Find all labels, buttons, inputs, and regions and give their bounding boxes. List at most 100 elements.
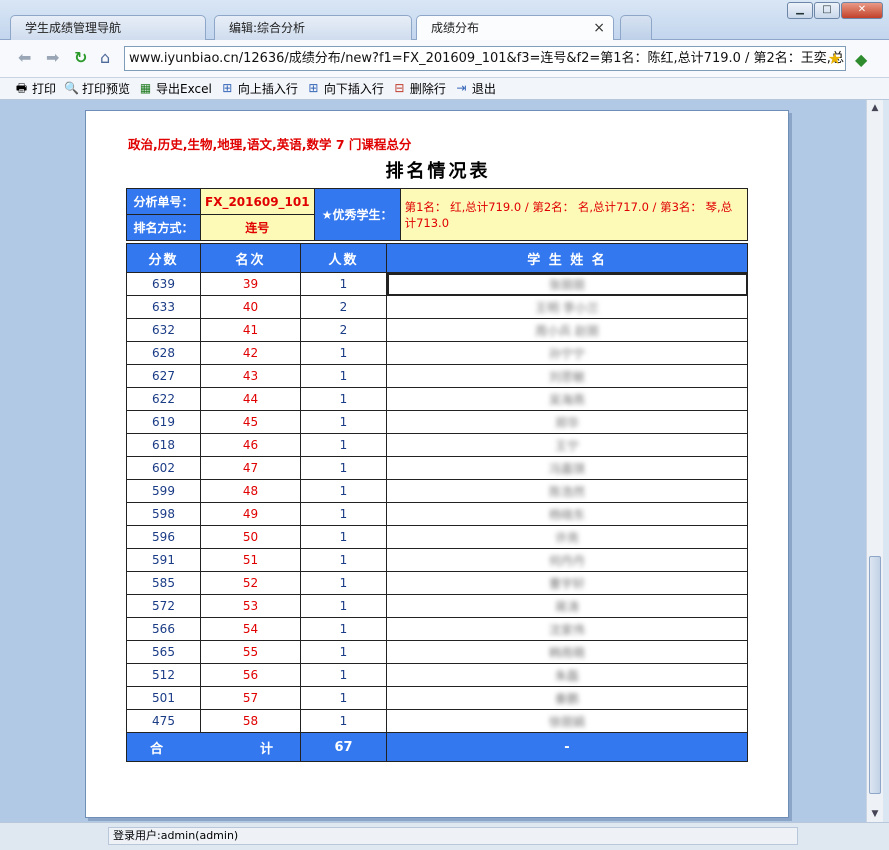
print-preview-label: 打印预览 xyxy=(82,82,131,96)
print-button[interactable]: 🖶 打印 xyxy=(14,80,56,97)
close-window-icon[interactable]: ✕ xyxy=(841,2,883,19)
scrollbar-thumb[interactable] xyxy=(869,556,881,794)
count-cell: 1 xyxy=(300,525,387,549)
count-cell: 2 xyxy=(300,295,387,319)
names-cell[interactable]: 王宁 xyxy=(386,433,748,457)
insert-row-above-button[interactable]: ⊞ 向上插入行 xyxy=(220,80,298,97)
table-row[interactable]: 572 53 1 蒋涛 xyxy=(126,594,748,618)
student-names-text: 曹宇轩 xyxy=(548,576,585,591)
analysis-no-value[interactable]: FX_201609_101 xyxy=(200,188,315,215)
window-controls: ▁ □ ✕ xyxy=(787,2,883,19)
insert-row-above-label: 向上插入行 xyxy=(237,82,298,96)
table-row[interactable]: 622 44 1 吴海燕 xyxy=(126,387,748,411)
home-icon[interactable]: ⌂ xyxy=(100,49,110,67)
table-row[interactable]: 633 40 2 王明 李小兰 xyxy=(126,295,748,319)
new-tab-button[interactable] xyxy=(620,15,652,41)
table-row[interactable]: 512 56 1 朱磊 xyxy=(126,663,748,687)
count-cell: 1 xyxy=(300,410,387,434)
footer-label-right: 计 xyxy=(259,741,273,757)
table-row[interactable]: 618 46 1 王宁 xyxy=(126,433,748,457)
names-cell[interactable]: 吴海燕 xyxy=(386,387,748,411)
vertical-scrollbar[interactable]: ▲ ▼ xyxy=(866,100,883,822)
table-row[interactable]: 598 49 1 杨晓东 xyxy=(126,502,748,526)
maximize-icon[interactable]: □ xyxy=(814,2,840,19)
tab-navigation[interactable]: 学生成绩管理导航 xyxy=(10,15,206,41)
top-students-label: ★优秀学生： xyxy=(313,188,401,241)
names-cell[interactable]: 杨晓东 xyxy=(386,502,748,526)
student-names-text: 韩雨萌 xyxy=(548,645,585,660)
close-tab-icon[interactable]: × xyxy=(593,16,605,40)
tab-edit-analysis[interactable]: 编辑:综合分析 xyxy=(214,15,412,41)
table-header-row: 分数 名次 人数 学 生 姓 名 xyxy=(126,243,748,273)
scroll-up-icon[interactable]: ▲ xyxy=(867,100,883,116)
tab-label: 成绩分布 xyxy=(431,21,480,35)
names-cell[interactable]: 许亮 xyxy=(386,525,748,549)
table-row[interactable]: 566 54 1 沈家伟 xyxy=(126,617,748,641)
names-cell[interactable]: 周小兵 赵丽 xyxy=(386,318,748,342)
forward-arrow-icon[interactable]: ➡ xyxy=(46,49,59,67)
names-cell[interactable]: 何丹丹 xyxy=(386,548,748,572)
minimize-icon[interactable]: ▁ xyxy=(787,2,813,19)
table-row[interactable]: 585 52 1 曹宇轩 xyxy=(126,571,748,595)
address-bar[interactable]: www.iyunbiao.cn/12636/成绩分布/new?f1=FX_201… xyxy=(124,46,846,71)
names-cell[interactable]: 蒋涛 xyxy=(386,594,748,618)
names-cell[interactable]: 陈浩然 xyxy=(386,479,748,503)
count-cell: 1 xyxy=(300,548,387,572)
tab-score-distribution[interactable]: 成绩分布 × xyxy=(416,15,614,42)
table-row[interactable]: 596 50 1 许亮 xyxy=(126,525,748,549)
names-cell[interactable]: 郑华 xyxy=(386,410,748,434)
table-row[interactable]: 591 51 1 何丹丹 xyxy=(126,548,748,572)
names-cell[interactable]: 孙宁宁 xyxy=(386,341,748,365)
names-cell[interactable]: 朱磊 xyxy=(386,663,748,687)
names-cell[interactable]: 徐丽娟 xyxy=(386,709,748,733)
footer-label-cell: 合 计 xyxy=(126,732,301,762)
score-cell: 619 xyxy=(126,410,201,434)
student-names-text: 张丽丽 xyxy=(548,277,585,292)
table-row[interactable]: 501 57 1 秦鹏 xyxy=(126,686,748,710)
table-row[interactable]: 628 42 1 孙宁宁 xyxy=(126,341,748,365)
score-cell: 475 xyxy=(126,709,201,733)
count-cell: 1 xyxy=(300,571,387,595)
footer-label-left: 合 xyxy=(150,741,164,757)
exit-button[interactable]: ⇥ 退出 xyxy=(454,80,496,97)
tab-label: 编辑:综合分析 xyxy=(229,21,306,35)
navigation-bar: ⬅ ➡ ↻ ⌂ www.iyunbiao.cn/12636/成绩分布/new?f… xyxy=(0,40,889,78)
scroll-down-icon[interactable]: ▼ xyxy=(867,806,883,822)
table-row[interactable]: 475 58 1 徐丽娟 xyxy=(126,709,748,733)
names-cell[interactable]: 沈家伟 xyxy=(386,617,748,641)
count-cell: 1 xyxy=(300,640,387,664)
report-viewport: 政治,历史,生物,地理,语文,英语,数学 7 门课程总分 排名情况表 分析单号：… xyxy=(0,100,866,822)
table-row[interactable]: 619 45 1 郑华 xyxy=(126,410,748,434)
table-row[interactable]: 639 39 1 张丽丽 xyxy=(126,272,748,296)
table-row[interactable]: 602 47 1 冯嘉琪 xyxy=(126,456,748,480)
names-cell[interactable]: 曹宇轩 xyxy=(386,571,748,595)
names-cell[interactable]: 刘思敏 xyxy=(386,364,748,388)
url-text: www.iyunbiao.cn/12636/成绩分布/new?f1=FX_201… xyxy=(129,51,844,66)
names-cell[interactable]: 冯嘉琪 xyxy=(386,456,748,480)
count-cell: 1 xyxy=(300,387,387,411)
rank-cell: 44 xyxy=(200,387,301,411)
export-excel-button[interactable]: ▦ 导出Excel xyxy=(138,80,212,97)
table-row[interactable]: 599 48 1 陈浩然 xyxy=(126,479,748,503)
back-arrow-icon[interactable]: ⬅ xyxy=(18,49,31,67)
table-row[interactable]: 627 43 1 刘思敏 xyxy=(126,364,748,388)
print-preview-button[interactable]: 🔍 打印预览 xyxy=(64,80,130,97)
names-cell[interactable]: 张丽丽 xyxy=(386,272,748,296)
table-row[interactable]: 565 55 1 韩雨萌 xyxy=(126,640,748,664)
rank-mode-value[interactable]: 连号 xyxy=(200,214,315,241)
bookmark-star-icon[interactable]: ★ xyxy=(828,47,842,70)
names-cell[interactable]: 秦鹏 xyxy=(386,686,748,710)
names-cell[interactable]: 王明 李小兰 xyxy=(386,295,748,319)
delete-row-button[interactable]: ⊟ 删除行 xyxy=(392,80,446,97)
count-cell: 1 xyxy=(300,456,387,480)
table-row[interactable]: 632 41 2 周小兵 赵丽 xyxy=(126,318,748,342)
tab-label: 学生成绩管理导航 xyxy=(25,21,122,35)
names-cell[interactable]: 韩雨萌 xyxy=(386,640,748,664)
extension-icon[interactable]: ◆ xyxy=(855,50,867,69)
student-names-text: 沈家伟 xyxy=(548,622,585,637)
reload-icon[interactable]: ↻ xyxy=(74,49,87,67)
rank-cell: 46 xyxy=(200,433,301,457)
score-cell: 622 xyxy=(126,387,201,411)
insert-row-below-button[interactable]: ⊞ 向下插入行 xyxy=(306,80,384,97)
top-students-value[interactable]: 第1名： 红,总计719.0 / 第2名： 名,总计717.0 / 第3名： 琴… xyxy=(399,188,749,241)
